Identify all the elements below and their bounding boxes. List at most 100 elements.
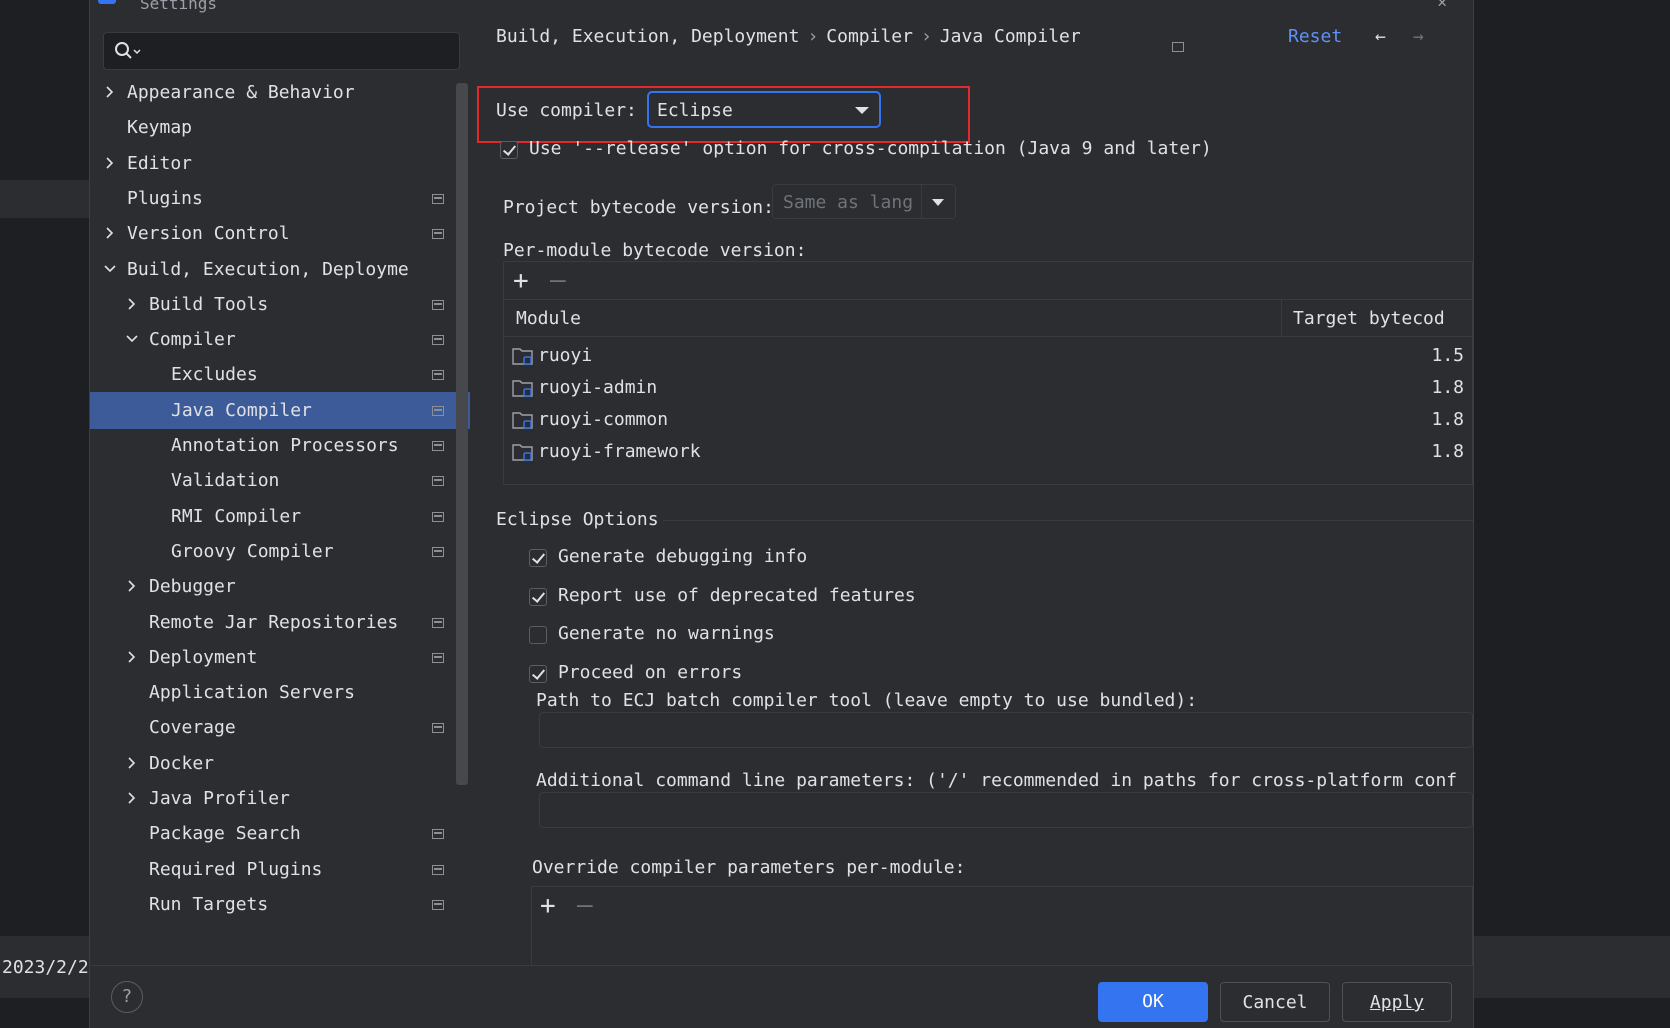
column-target-bytecode[interactable]: Target bytecod: [1293, 308, 1445, 329]
sidebar-item[interactable]: Package Search: [90, 815, 470, 852]
chevron-down-icon[interactable]: [103, 262, 117, 276]
search-input[interactable]: [103, 32, 460, 70]
column-divider[interactable]: [1281, 300, 1282, 336]
sidebar-item[interactable]: Version Control: [90, 215, 470, 252]
sidebar-item[interactable]: Required Plugins: [90, 851, 470, 888]
sidebar-item-label: RMI Compiler: [171, 505, 302, 527]
back-arrow-icon[interactable]: ←: [1375, 26, 1386, 47]
sidebar-item[interactable]: Debugger: [90, 568, 470, 605]
sidebar-item[interactable]: Run Targets: [90, 886, 470, 923]
table-toolbar: + —: [504, 262, 1472, 300]
eclipse-options-title: Eclipse Options: [496, 509, 659, 530]
module-folder-icon: [512, 348, 533, 365]
sidebar-item[interactable]: Coverage: [90, 709, 470, 746]
add-icon[interactable]: +: [513, 268, 529, 294]
project-scope-icon: [432, 546, 444, 557]
project-bytecode-label: Project bytecode version:: [503, 197, 774, 218]
table-row[interactable]: ruoyi-framework 1.8: [504, 436, 1472, 469]
project-scope-icon: [432, 370, 444, 381]
eclipse-option-checkbox[interactable]: [529, 549, 547, 567]
reset-link[interactable]: Reset: [1288, 26, 1342, 47]
sidebar-item[interactable]: Java Compiler: [90, 391, 470, 429]
remove-icon[interactable]: —: [577, 892, 593, 918]
sidebar-item[interactable]: Docker: [90, 745, 470, 782]
module-target-version[interactable]: 1.8: [1431, 409, 1464, 430]
table-row[interactable]: ruoyi-admin 1.8: [504, 372, 1472, 405]
sidebar-item[interactable]: Compiler: [90, 321, 470, 358]
sidebar-item[interactable]: Remote Jar Repositories: [90, 604, 470, 641]
project-bytecode-dropdown[interactable]: Same as lang: [772, 184, 956, 219]
sidebar-item[interactable]: Groovy Compiler: [90, 533, 470, 570]
chevron-right-icon[interactable]: [125, 650, 139, 664]
eclipse-option-checkbox[interactable]: [529, 626, 547, 644]
eclipse-option-label[interactable]: Generate no warnings: [558, 623, 775, 644]
sidebar-item[interactable]: Deployment: [90, 639, 470, 676]
ok-button[interactable]: OK: [1098, 982, 1208, 1022]
project-scope-icon: [432, 299, 444, 310]
release-option-checkbox[interactable]: [500, 141, 518, 159]
sidebar-item-label: Docker: [149, 752, 215, 774]
eclipse-option-checkbox[interactable]: [529, 665, 547, 683]
additional-params-input[interactable]: [539, 792, 1473, 828]
forward-arrow-icon[interactable]: →: [1413, 26, 1424, 47]
module-folder-icon: [512, 444, 533, 461]
sidebar-item[interactable]: Application Servers: [90, 674, 470, 711]
add-icon[interactable]: +: [540, 893, 556, 919]
sidebar-item-label: Version Control: [127, 223, 290, 245]
sidebar-item[interactable]: Build Tools: [90, 286, 470, 323]
sidebar-item[interactable]: Appearance & Behavior: [90, 74, 470, 111]
breadcrumb-build[interactable]: Build, Execution, Deployment: [496, 26, 799, 47]
ecj-path-input[interactable]: [539, 712, 1473, 748]
sidebar-item-label: Debugger: [149, 576, 236, 598]
table-header: Module Target bytecod: [504, 300, 1472, 337]
module-target-version[interactable]: 1.5: [1431, 345, 1464, 366]
chevron-right-icon[interactable]: [103, 156, 117, 170]
use-compiler-label: Use compiler:: [496, 100, 637, 121]
table-row[interactable]: ruoyi 1.5: [504, 340, 1472, 373]
project-scope-icon: [432, 511, 444, 522]
per-module-table: + — Module Target bytecod ruoyi 1.5 ruoyi-…: [503, 261, 1473, 485]
sidebar-item[interactable]: Editor: [90, 145, 470, 182]
sidebar-item[interactable]: Java Profiler: [90, 780, 470, 817]
sidebar-item[interactable]: Annotation Processors: [90, 427, 470, 464]
remove-icon[interactable]: —: [550, 267, 566, 293]
eclipse-option-label[interactable]: Proceed on errors: [558, 662, 742, 683]
app-logo-icon: [98, 0, 116, 4]
table-row[interactable]: ruoyi-common 1.8: [504, 404, 1472, 437]
use-compiler-dropdown[interactable]: Eclipse: [648, 92, 880, 127]
release-option-label[interactable]: Use '--release' option for cross-compila…: [529, 138, 1212, 159]
sidebar-item-label: Remote Jar Repositories: [149, 611, 399, 633]
cancel-button[interactable]: Cancel: [1220, 982, 1330, 1022]
breadcrumb: Build, Execution, Deployment › Compiler › Ja…: [496, 26, 1081, 47]
sidebar-item[interactable]: Plugins: [90, 180, 470, 217]
apply-button[interactable]: Apply: [1342, 982, 1452, 1022]
chevron-right-icon[interactable]: [125, 791, 139, 805]
chevron-right-icon[interactable]: [103, 226, 117, 240]
chevron-right-icon[interactable]: [125, 297, 139, 311]
eclipse-option-label[interactable]: Report use of deprecated features: [558, 585, 916, 606]
project-scope-icon: [432, 335, 444, 346]
eclipse-option-checkbox[interactable]: [529, 588, 547, 606]
breadcrumb-compiler[interactable]: Compiler: [826, 26, 913, 47]
chevron-right-icon[interactable]: [125, 756, 139, 770]
sidebar-scrollbar[interactable]: [456, 83, 468, 785]
chevron-down-icon[interactable]: [125, 332, 139, 346]
chevron-right-icon[interactable]: [125, 579, 139, 593]
sidebar-item[interactable]: Build, Execution, Deployme: [90, 251, 470, 288]
module-target-version[interactable]: 1.8: [1431, 377, 1464, 398]
close-icon[interactable]: ✕: [1437, 0, 1447, 11]
sidebar-item[interactable]: Keymap: [90, 109, 470, 146]
help-icon[interactable]: ?: [111, 981, 143, 1013]
column-module[interactable]: Module: [516, 308, 581, 329]
eclipse-option-label[interactable]: Generate debugging info: [558, 546, 807, 567]
sidebar-item[interactable]: RMI Compiler: [90, 498, 470, 535]
chevron-right-icon[interactable]: [103, 85, 117, 99]
sidebar-item-label: Run Targets: [149, 893, 269, 915]
sidebar-item[interactable]: Validation: [90, 462, 470, 499]
sidebar-item[interactable]: Excludes: [90, 356, 470, 393]
sidebar-item-label: Deployment: [149, 646, 258, 668]
sidebar-item-label: Annotation Processors: [171, 435, 399, 456]
breadcrumb-separator: ›: [807, 26, 819, 47]
breadcrumb-java-compiler: Java Compiler: [939, 26, 1081, 47]
module-target-version[interactable]: 1.8: [1431, 441, 1464, 462]
